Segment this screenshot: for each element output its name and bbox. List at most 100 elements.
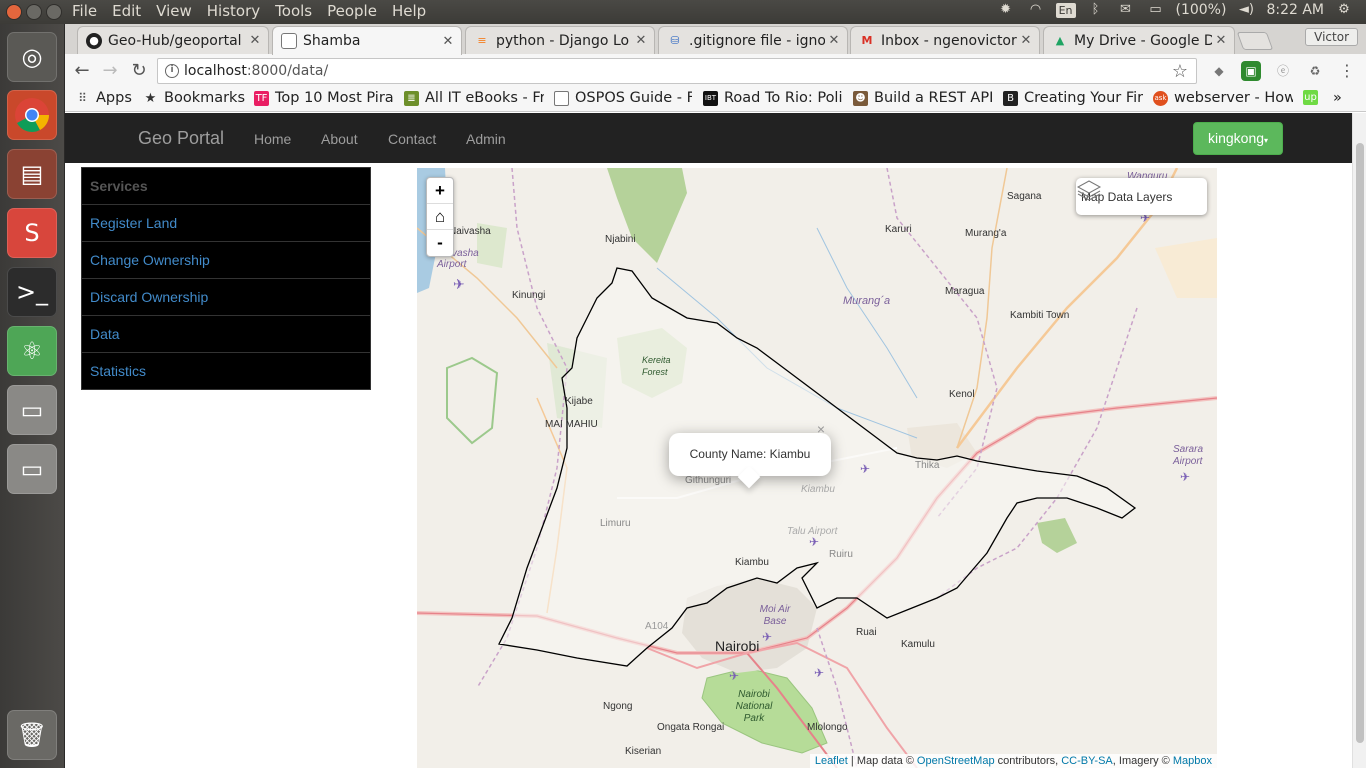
tab-gmail[interactable]: M Inbox - ngenovictor ✕ [850,26,1040,54]
place-ngong: Ngong [603,701,633,712]
zoom-out-button[interactable]: - [427,230,453,256]
nav-about[interactable]: About [321,131,358,147]
home-extent-button[interactable]: ⌂ [427,204,453,230]
menu-edit[interactable]: Edit [112,2,141,20]
site-brand[interactable]: Geo Portal [138,128,224,149]
bluetooth-icon[interactable]: ᛒ [1086,2,1106,18]
atom-icon[interactable]: ⚛ [7,326,57,376]
sidebar-item-discard-ownership[interactable]: Discard Ownership [81,279,371,316]
settings-gear-icon[interactable]: ✹ [996,2,1016,18]
menu-file[interactable]: File [72,2,97,20]
window-maximize-button[interactable] [46,4,62,20]
extension-e-icon[interactable]: ⓔ [1273,61,1293,81]
place-naivasha: Naivasha [449,226,491,237]
reload-icon[interactable]: ↻ [128,60,150,82]
leaflet-link[interactable]: Leaflet [815,755,848,767]
tab-gitignore[interactable]: ⛁ .gitignore file - igno ✕ [658,26,848,54]
power-gear-icon[interactable]: ⚙ [1334,2,1354,18]
menu-help[interactable]: Help [392,2,426,20]
menu-tools[interactable]: Tools [275,2,312,20]
nav-home[interactable]: Home [254,131,291,147]
menu-history[interactable]: History [207,2,260,20]
sidebar-item-change-ownership[interactable]: Change Ownership [81,242,371,279]
keyboard-language-indicator[interactable]: En [1055,2,1076,18]
bookmark-webserver[interactable]: ask webserver - How [1153,90,1293,106]
bookmark-star-icon[interactable]: ☆ [1172,60,1188,84]
sidebar-item-data[interactable]: Data [81,316,371,353]
ask-icon: ask [1153,90,1168,106]
slack-icon[interactable]: S [7,208,57,258]
profile-button[interactable]: Victor [1305,28,1358,46]
star-icon: ★ [144,90,157,106]
sidebar-item-register-land[interactable]: Register Land [81,205,371,242]
tab-close-icon[interactable]: ✕ [1212,33,1230,48]
sidebar-item-statistics[interactable]: Statistics [81,353,371,390]
address-bar[interactable]: i localhost:8000/data/ ☆ [157,58,1197,84]
more-bookmarks-button[interactable]: » [1333,90,1342,106]
bookmark-bookmarks[interactable]: ★ Bookmarks [143,90,245,106]
browser-window: ● Geo-Hub/geoportal ✕ Shamba ✕ ≡ python … [65,24,1366,768]
forward-arrow-icon[interactable]: → [99,60,121,82]
mapbox-link[interactable]: Mapbox [1173,755,1212,767]
clock[interactable]: 8:22 AM [1266,2,1324,18]
battery-percentage: (100%) [1175,2,1227,18]
tab-close-icon[interactable]: ✕ [632,33,650,48]
place-ongata-rongai: Ongata Rongai [657,722,725,733]
bookmark-creating-your-first[interactable]: B Creating Your Fir [1003,90,1143,106]
wifi-icon[interactable]: ◠ [1026,2,1046,18]
mail-icon[interactable]: ✉ [1116,2,1136,18]
extension-gray-icon[interactable]: ◆ [1209,61,1229,81]
disk-drive-icon[interactable]: ▭ [7,385,57,435]
bookmark-rest-api[interactable]: ☻ Build a REST API [853,90,993,106]
user-dropdown-button[interactable]: kingkong▾ [1193,122,1283,155]
nav-contact[interactable]: Contact [388,131,436,147]
tab-google-drive[interactable]: ▲ My Drive - Google D ✕ [1043,26,1235,54]
bookmark-ospos-guide[interactable]: OSPOS Guide - Fr [554,90,692,106]
tab-shamba[interactable]: Shamba ✕ [272,26,462,55]
page-scrollbar[interactable] [1352,113,1366,768]
browser-toolbar: ← → ↻ i localhost:8000/data/ ☆ ◆ ▣ ⓔ ♻ ⋮ [65,54,1366,88]
openstreetmap-link[interactable]: OpenStreetMap [917,755,995,767]
chrome-menu-icon[interactable]: ⋮ [1337,61,1357,81]
place-kambiti-town: Kambiti Town [1010,310,1070,321]
extension-recycle-icon[interactable]: ♻ [1305,61,1325,81]
volume-icon[interactable]: ◄) [1236,2,1256,18]
zoom-in-button[interactable]: + [427,178,453,204]
info-icon[interactable]: i [165,64,179,78]
place-nairobi-national-park: Nairobi National Park [735,689,773,724]
tab-stackoverflow[interactable]: ≡ python - Django Lo ✕ [465,26,655,54]
bookmark-apps[interactable]: ⠿ Apps [75,90,132,106]
tab-geo-hub[interactable]: ● Geo-Hub/geoportal ✕ [77,26,269,54]
terminal-icon[interactable]: >_ [7,267,57,317]
disk-drive-icon[interactable]: ▭ [7,444,57,494]
window-minimize-button[interactable] [26,4,42,20]
tab-close-icon[interactable]: ✕ [1017,33,1035,48]
bookmark-upwork[interactable]: up [1303,90,1324,105]
leaflet-map[interactable]: ✈ ✈ ✈ ✈ ✈ ✈ ✈ ✈ Naivasha Naivasha Airpor… [417,168,1217,768]
airport-icon: ✈ [453,276,465,292]
popup-close-icon[interactable]: × [817,419,825,439]
chrome-icon[interactable] [7,90,57,140]
scrollbar-thumb[interactable] [1356,143,1364,743]
bookmark-top-10-pirate[interactable]: TF Top 10 Most Pira [254,90,394,106]
bookmark-it-ebooks[interactable]: ≣ All IT eBooks - Fre [404,90,544,106]
place-muranga-county: Murang´a [843,295,891,307]
map-data-layers-control[interactable]: Map Data Layers [1076,178,1207,215]
new-tab-button[interactable] [1236,32,1274,50]
menu-people[interactable]: People [327,2,377,20]
ubuntu-dash-icon[interactable]: ◎ [7,32,57,82]
trash-icon[interactable]: 🗑 [7,710,57,760]
window-close-button[interactable] [6,4,22,20]
battery-icon[interactable]: ▭ [1146,2,1166,18]
nav-admin[interactable]: Admin [466,131,506,147]
cc-by-sa-link[interactable]: CC-BY-SA [1061,755,1113,767]
tab-close-icon[interactable]: ✕ [825,33,843,48]
tab-close-icon[interactable]: ✕ [439,34,457,49]
tab-close-icon[interactable]: ✕ [246,33,264,48]
menu-view[interactable]: View [156,2,192,20]
files-icon[interactable]: ▤ [7,149,57,199]
back-arrow-icon[interactable]: ← [71,60,93,82]
services-sidebar: Services Register Land Change Ownership … [81,167,371,390]
extension-green-icon[interactable]: ▣ [1241,61,1261,81]
bookmark-road-to-rio[interactable]: IBT Road To Rio: Polic [703,90,843,106]
